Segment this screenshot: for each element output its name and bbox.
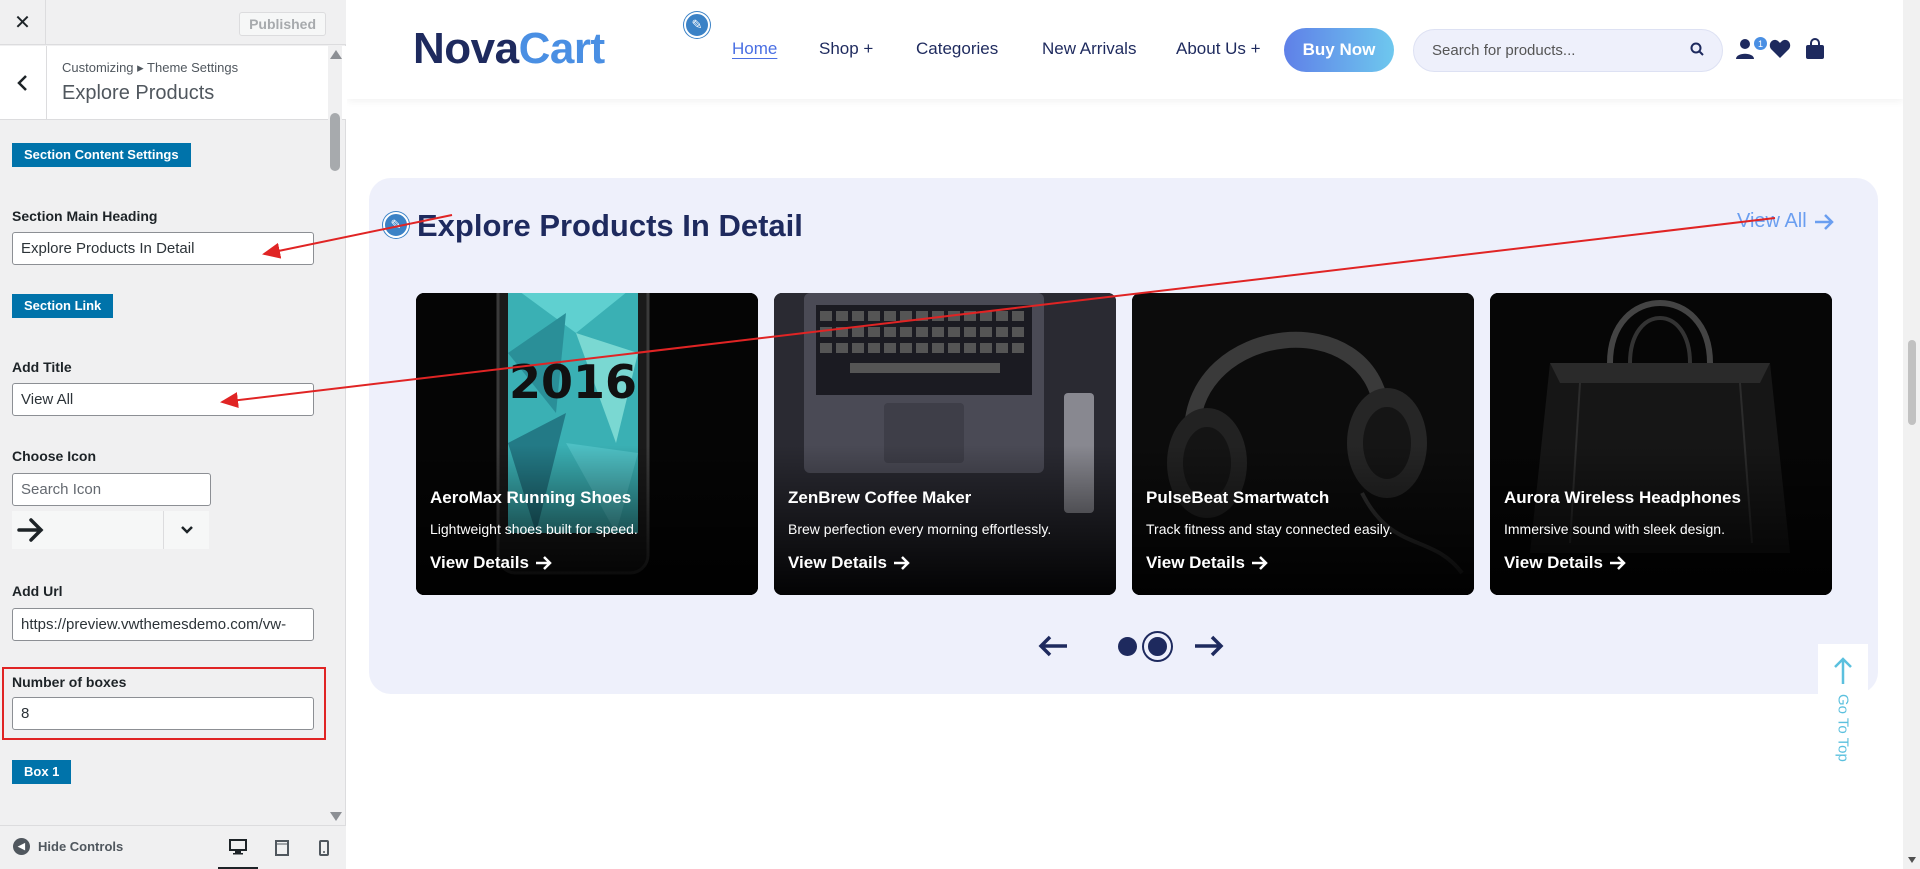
go-to-top-button[interactable]: Go To Top (1818, 644, 1868, 780)
product-card[interactable]: Aurora Wireless Headphones Immersive sou… (1490, 293, 1832, 595)
panel-top-bar: ✕ Published (0, 0, 346, 45)
nav-item-home[interactable]: Home (732, 39, 777, 59)
carousel-prev-arrow-icon[interactable] (1037, 634, 1069, 658)
tablet-icon[interactable] (262, 826, 302, 869)
main-heading-label: Section Main Heading (12, 208, 158, 224)
scroll-thumb[interactable] (330, 113, 340, 171)
nav-item-shop[interactable]: Shop + (819, 39, 873, 59)
hide-controls-label: Hide Controls (38, 839, 124, 854)
box1-badge: Box 1 (12, 760, 72, 784)
carousel-dot[interactable] (1118, 637, 1137, 656)
arrow-right-icon (535, 556, 552, 570)
panel-title: Explore Products (62, 82, 215, 104)
go-to-top-label: Go To Top (1834, 694, 1852, 762)
panel-controls: Section Content Settings Section Main He… (0, 121, 328, 825)
view-all-link[interactable]: View All (1737, 210, 1835, 233)
site-logo[interactable]: NovaCart (413, 24, 605, 74)
arrow-up-icon (1834, 657, 1852, 684)
arrow-right-icon (893, 556, 910, 570)
breadcrumb: Customizing ▸ Theme Settings (62, 60, 239, 75)
hide-controls-button[interactable]: ◀ Hide Controls (13, 838, 123, 855)
card-title: AeroMax Running Shoes (430, 488, 632, 507)
carousel-next-arrow-icon[interactable] (1193, 634, 1225, 658)
num-boxes-input[interactable]: 8 (12, 697, 314, 730)
customizer-window: ✕ Published Customizing ▸ Theme Settings… (0, 0, 1920, 869)
search-input[interactable]: Search for products... (1413, 29, 1723, 72)
nav-item-categories[interactable]: Categories (916, 39, 998, 59)
cart-icon[interactable] (1803, 37, 1827, 61)
card-title: Aurora Wireless Headphones (1504, 488, 1741, 507)
section-link-badge: Section Link (12, 294, 114, 318)
arrow-right-icon (12, 511, 164, 549)
svg-text:2016: 2016 (509, 355, 637, 409)
add-url-input[interactable]: https://preview.vwthemesdemo.com/vw- (12, 608, 314, 641)
card-title: PulseBeat Smartwatch (1146, 488, 1330, 507)
arrow-right-icon (1609, 556, 1626, 570)
arrow-right-icon (1814, 213, 1834, 230)
section-heading: Explore Products In Detail (417, 208, 803, 243)
back-arrow-icon[interactable] (0, 46, 47, 120)
carousel-dot-active[interactable] (1144, 633, 1171, 660)
product-card[interactable]: ZenBrew Coffee Maker Brew perfection eve… (774, 293, 1116, 595)
view-details-link[interactable]: View Details (788, 553, 911, 573)
nav-item-about-us[interactable]: About Us + (1176, 39, 1261, 59)
edit-shortcut-icon[interactable]: ✎ (684, 12, 710, 38)
mobile-icon[interactable] (304, 826, 344, 869)
published-button[interactable]: Published (239, 12, 326, 36)
icon-picker[interactable] (12, 511, 209, 549)
card-description: Lightweight shoes built for speed. (430, 521, 638, 537)
card-description: Immersive sound with sleek design. (1504, 521, 1725, 537)
preview-scrollbar[interactable] (1903, 0, 1920, 869)
search-placeholder: Search for products... (1432, 42, 1576, 59)
view-details-link[interactable]: View Details (1504, 553, 1627, 573)
site-preview: NovaCart ✎ Home Shop + Categories New Ar… (347, 0, 1920, 869)
choose-icon-label: Choose Icon (12, 448, 97, 464)
product-card[interactable]: 2016 AeroMax Running Shoes Lightweight s… (416, 293, 758, 595)
scroll-down-icon[interactable] (330, 812, 342, 821)
site-header: NovaCart ✎ Home Shop + Categories New Ar… (347, 0, 1903, 99)
icon-search-input[interactable]: Search Icon (12, 473, 211, 506)
panel-footer: ◀ Hide Controls (0, 825, 346, 869)
add-url-label: Add Url (12, 583, 63, 599)
card-description: Brew perfection every morning effortless… (788, 521, 1052, 537)
card-title: ZenBrew Coffee Maker (788, 488, 972, 507)
heart-icon[interactable] (1768, 37, 1792, 61)
arrow-right-icon (1251, 556, 1268, 570)
card-description: Track fitness and stay connected easily. (1146, 521, 1393, 537)
panel-header: Customizing ▸ Theme Settings Explore Pro… (0, 46, 346, 120)
collapse-icon: ◀ (13, 838, 30, 855)
buy-now-button[interactable]: Buy Now (1284, 28, 1394, 72)
product-card[interactable]: PulseBeat Smartwatch Track fitness and s… (1132, 293, 1474, 595)
cart-count-badge: 1 (1754, 37, 1767, 50)
explore-products-section: ✎ Explore Products In Detail View All 20… (369, 178, 1878, 694)
add-title-input[interactable]: View All (12, 383, 314, 416)
edit-shortcut-icon[interactable]: ✎ (383, 212, 409, 238)
scroll-down-icon[interactable] (1908, 857, 1916, 863)
nav-item-new-arrivals[interactable]: New Arrivals (1042, 39, 1136, 59)
num-boxes-label: Number of boxes (12, 674, 127, 690)
view-details-link[interactable]: View Details (430, 553, 553, 573)
close-icon[interactable]: ✕ (0, 0, 46, 45)
panel-scrollbar[interactable] (328, 46, 342, 825)
search-icon[interactable] (1690, 42, 1704, 60)
view-details-link[interactable]: View Details (1146, 553, 1269, 573)
view-all-label: View All (1737, 210, 1807, 232)
desktop-icon[interactable] (218, 826, 258, 869)
scroll-up-icon[interactable] (330, 50, 342, 59)
scroll-thumb[interactable] (1908, 340, 1916, 425)
section-content-settings-badge: Section Content Settings (12, 143, 191, 167)
main-heading-input[interactable]: Explore Products In Detail (12, 232, 314, 265)
add-title-label: Add Title (12, 359, 72, 375)
chevron-down-icon[interactable] (164, 522, 209, 538)
customizer-panel: ✕ Published Customizing ▸ Theme Settings… (0, 0, 346, 869)
